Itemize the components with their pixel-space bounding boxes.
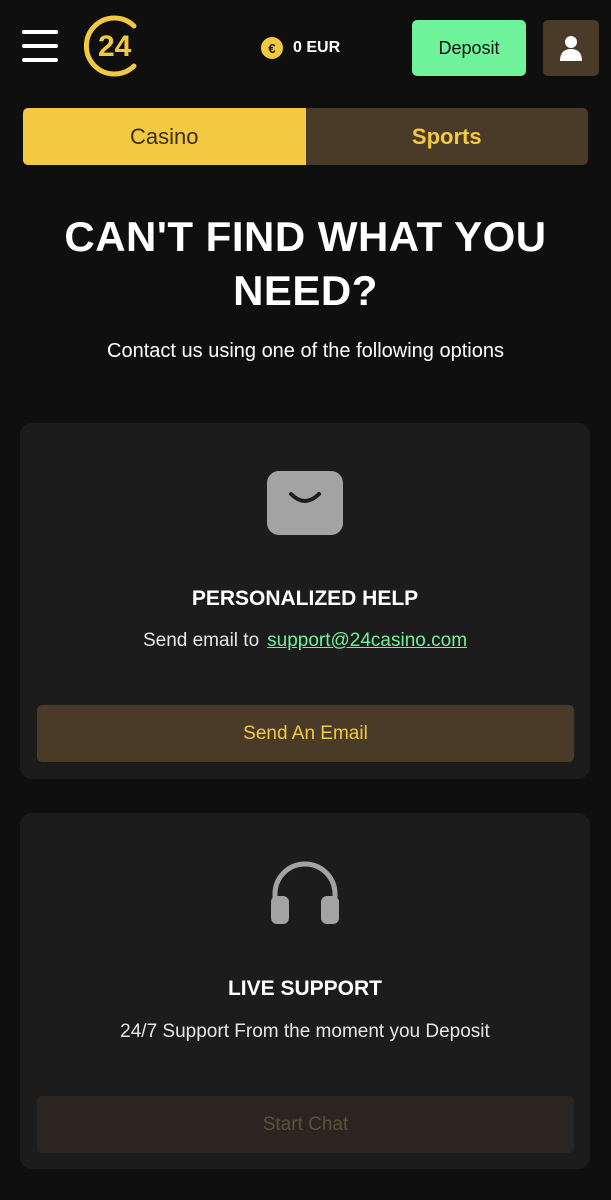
user-icon bbox=[560, 36, 582, 61]
personalized-help-title: PERSONALIZED HELP bbox=[191, 587, 419, 610]
start-chat-button[interactable]: Start Chat bbox=[37, 1096, 574, 1153]
menu-icon[interactable] bbox=[22, 30, 58, 62]
page-subtitle: Contact us using one of the following op… bbox=[107, 340, 504, 362]
send-email-button[interactable]: Send An Email bbox=[37, 705, 574, 762]
page-title: CAN'T FIND WHAT YOU NEED? bbox=[0, 210, 611, 318]
email-support-card: PERSONALIZED HELP Send email to support@2… bbox=[20, 423, 590, 779]
logo-text: 24 bbox=[98, 30, 132, 63]
user-account-button[interactable] bbox=[543, 20, 599, 76]
headphones-icon bbox=[271, 861, 339, 924]
live-support-title: LIVE SUPPORT bbox=[227, 977, 383, 1000]
email-prefix-text: Send email to bbox=[142, 630, 260, 651]
tab-sports[interactable]: Sports bbox=[305, 108, 588, 165]
page-title-line1: CAN'T FIND WHAT YOU bbox=[64, 213, 547, 260]
balance-display: € 0 EUR bbox=[261, 36, 340, 60]
tab-casino[interactable]: Casino bbox=[23, 108, 306, 165]
balance-amount: 0 EUR bbox=[293, 39, 341, 56]
live-support-card: LIVE SUPPORT 24/7 Support From the momen… bbox=[20, 813, 590, 1169]
deposit-button[interactable]: Deposit bbox=[412, 20, 526, 76]
envelope-icon bbox=[267, 471, 343, 535]
live-support-description: 24/7 Support From the moment you Deposit bbox=[120, 1021, 490, 1042]
email-instructions: Send email to support@24casino.com bbox=[20, 630, 590, 652]
euro-coin-icon: € bbox=[261, 37, 283, 59]
product-tabs: Casino Sports bbox=[23, 108, 588, 165]
brand-logo[interactable]: 24 bbox=[82, 12, 144, 80]
page-title-line2: NEED? bbox=[233, 267, 378, 314]
support-email-link[interactable]: support@24casino.com bbox=[267, 630, 467, 651]
top-header: 24 € 0 EUR Deposit bbox=[0, 0, 611, 96]
